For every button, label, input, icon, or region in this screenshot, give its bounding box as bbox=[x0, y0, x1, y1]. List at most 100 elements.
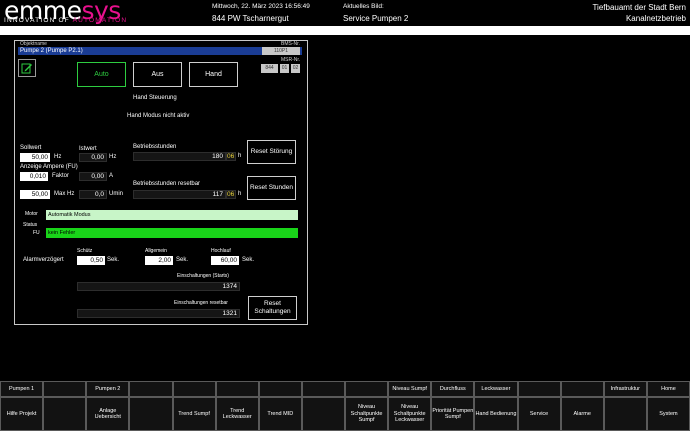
rpm-unit: Umin bbox=[109, 191, 124, 197]
starts-label: Einschaltungen (Starts) bbox=[177, 273, 229, 279]
istwert-value: 0,00 bbox=[79, 153, 107, 162]
logo-tagline-a: INNOVATION OF bbox=[4, 17, 73, 24]
nav-button-hilfe-projekt[interactable]: Hilfe Projekt bbox=[0, 397, 44, 431]
motor-label: Motor bbox=[25, 211, 38, 217]
nav-button-empty-row1-12[interactable] bbox=[517, 381, 561, 397]
nav-button-empty-row2-14[interactable] bbox=[603, 397, 647, 431]
sollwert-input[interactable]: 50,00 bbox=[20, 153, 50, 162]
nav-button-trend-leckwasser[interactable]: Trend Leckwasser bbox=[215, 397, 259, 431]
betriebsstunden-value: 180 bbox=[133, 152, 226, 161]
object-name-field: Pumpe 2 (Pumpe P2.1) bbox=[18, 47, 302, 55]
hochlauf-label: Hochlauf bbox=[211, 248, 231, 254]
fu-status-bar: kein Fehler bbox=[46, 228, 298, 238]
mode-aus-button[interactable]: Aus bbox=[133, 62, 182, 87]
reset-schaltungen-button[interactable]: Reset Schaltungen bbox=[248, 296, 297, 320]
nav-button-home[interactable]: Home bbox=[646, 381, 690, 397]
nav-button-empty-row1-3[interactable] bbox=[129, 381, 173, 397]
starts-value: 1374 bbox=[77, 282, 240, 291]
nav-button-empty-row1-13[interactable] bbox=[560, 381, 604, 397]
schuetz-unit: Sek. bbox=[107, 257, 120, 263]
nav-button-trend-mid[interactable]: Trend MID bbox=[258, 397, 302, 431]
mode-hand-button[interactable]: Hand bbox=[189, 62, 238, 87]
hochlauf-input[interactable]: 60,00 bbox=[211, 256, 239, 265]
max-hz-input[interactable]: 50,00 bbox=[20, 190, 50, 199]
betriebsstunden-reset-unit: h bbox=[238, 191, 242, 197]
logo-tagline-b: AUTOMATION bbox=[72, 17, 128, 24]
nav-button-empty-row1-7[interactable] bbox=[301, 381, 345, 397]
reset-stunden-button[interactable]: Reset Stunden bbox=[247, 176, 296, 200]
footer-navigation: Pumpen 1 Pumpen 2 Niveau Sumpf Durchfluss Le… bbox=[0, 381, 690, 431]
msr-box-2: 01 bbox=[280, 64, 289, 73]
nav-button-niveau-schaltpunkte-leckwasser[interactable]: Niveau Schaltpunkte Leckwasser bbox=[388, 397, 432, 431]
nav-button-niveau-sumpf[interactable]: Niveau Sumpf bbox=[388, 381, 432, 397]
betriebsstunden-reset-value: 117 bbox=[133, 190, 226, 199]
starts-reset-label: Einschaltungen resetbar bbox=[174, 300, 228, 306]
istwert-unit: Hz bbox=[109, 154, 117, 160]
status-label: Status bbox=[23, 222, 38, 228]
hochlauf-unit: Sek. bbox=[242, 257, 255, 263]
header-current-view-label: Aktuelles Bild: bbox=[343, 3, 384, 10]
max-hz-label: Max Hz bbox=[54, 191, 75, 197]
msr-box-1: 844 bbox=[261, 64, 278, 73]
ampere-label: Anzeige Ampere (FU) bbox=[20, 164, 78, 170]
logo-tagline: INNOVATION OF AUTOMATION bbox=[4, 17, 127, 24]
betriebsstunden-minutes: 06 bbox=[226, 152, 236, 161]
header-current-view: Service Pumpen 2 bbox=[343, 14, 409, 23]
alarm-delay-label: Alarmverzögert bbox=[23, 257, 64, 263]
istwert-label: Istwert bbox=[79, 146, 97, 152]
betriebsstunden-reset-minutes: 06 bbox=[226, 190, 236, 199]
msr-label: MSR-Nr. bbox=[281, 57, 301, 63]
reset-stoerung-button[interactable]: Reset Störung bbox=[247, 140, 296, 164]
nav-button-alarme[interactable]: Alarme bbox=[560, 397, 604, 431]
sollwert-label: Sollwert bbox=[20, 145, 42, 151]
mode-auto-button[interactable]: Auto bbox=[77, 62, 126, 87]
allgemein-unit: Sek. bbox=[176, 257, 189, 263]
nav-button-pumpen-2[interactable]: Pumpen 2 bbox=[86, 381, 130, 397]
betriebsstunden-unit: h bbox=[238, 153, 242, 159]
nav-button-empty-row1-5[interactable] bbox=[215, 381, 259, 397]
msr-box-3: 02 bbox=[291, 64, 300, 73]
header-datetime: Mittwoch, 22. März 2023 16:56:49 bbox=[212, 3, 310, 10]
nav-button-empty-row1-8[interactable] bbox=[345, 381, 389, 397]
nav-button-empty-row2-7[interactable] bbox=[301, 397, 345, 431]
edit-button[interactable] bbox=[18, 59, 36, 77]
faktor-label: Faktor bbox=[52, 173, 70, 179]
nav-button-empty-row1-4[interactable] bbox=[172, 381, 216, 397]
header-org-line2: Kanalnetzbetrieb bbox=[625, 14, 686, 23]
nav-button-pumpen-1[interactable]: Pumpen 1 bbox=[0, 381, 44, 397]
ampere-unit: A bbox=[109, 173, 114, 179]
starts-reset-value: 1321 bbox=[77, 309, 240, 318]
ampere-value: 0,00 bbox=[79, 172, 107, 181]
bms-number: 110P1 bbox=[262, 47, 300, 55]
nav-button-empty-row1-6[interactable] bbox=[258, 381, 302, 397]
fu-label: FU bbox=[33, 230, 40, 236]
hand-modus-status: Hand Modus nicht aktiv bbox=[127, 113, 190, 119]
allgemein-label: Allgemein bbox=[145, 248, 167, 254]
nav-button-priorität-pumpen-sumpf[interactable]: Priorität Pumpen Sumpf bbox=[431, 397, 475, 431]
motor-status-bar: Automatik Modus bbox=[46, 210, 298, 220]
allgemein-input[interactable]: 2,00 bbox=[145, 256, 173, 265]
nav-button-niveau-schaltpunkte-sumpf[interactable]: Niveau Schaltpunkte Sumpf bbox=[345, 397, 389, 431]
faktor-input[interactable]: 0,010 bbox=[20, 172, 48, 181]
nav-button-empty-row2-3[interactable] bbox=[129, 397, 173, 431]
header-station: 844 PW Tscharnergut bbox=[212, 14, 289, 23]
nav-button-system[interactable]: System bbox=[646, 397, 690, 431]
edit-icon bbox=[21, 63, 32, 74]
betriebsstunden-reset-label: Betriebsstunden resetbar bbox=[133, 181, 201, 187]
schuetz-label: Schütz bbox=[77, 248, 93, 254]
nav-button-leckwasser[interactable]: Leckwasser bbox=[474, 381, 518, 397]
nav-button-empty-row2-1[interactable] bbox=[43, 397, 87, 431]
hand-steuerung-label: Hand Steuerung bbox=[133, 95, 177, 101]
sollwert-unit: Hz bbox=[54, 154, 62, 160]
nav-button-anlage-uebersicht[interactable]: Anlage Uebersicht bbox=[86, 397, 130, 431]
nav-button-infrastruktur[interactable]: Infrastruktur bbox=[603, 381, 647, 397]
nav-button-empty-row1-1[interactable] bbox=[43, 381, 87, 397]
rpm-value: 0,0 bbox=[79, 190, 107, 199]
betriebsstunden-label: Betriebsstunden bbox=[133, 144, 177, 150]
nav-button-service[interactable]: Service bbox=[517, 397, 561, 431]
nav-button-trend-sumpf[interactable]: Trend Sumpf bbox=[172, 397, 216, 431]
nav-button-hand-bedienung[interactable]: Hand Bedienung bbox=[474, 397, 518, 431]
header-org-line1: Tiefbauamt der Stadt Bern bbox=[592, 3, 686, 12]
schuetz-input[interactable]: 0,50 bbox=[77, 256, 105, 265]
nav-button-durchfluss[interactable]: Durchfluss bbox=[431, 381, 475, 397]
